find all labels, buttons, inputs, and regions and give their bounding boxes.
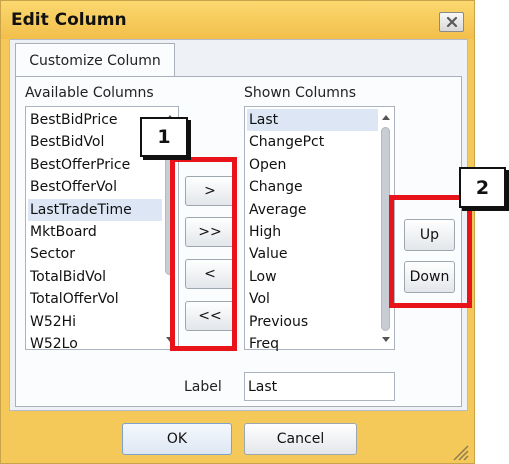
shown-columns-list-item[interactable]: High — [247, 221, 378, 243]
available-columns-list-item[interactable]: TotalBidVol — [28, 266, 162, 288]
available-columns-list-item[interactable]: W52Lo — [28, 333, 162, 355]
callout-2: 2 — [459, 167, 506, 208]
available-columns-list-item[interactable]: MktBoard — [28, 221, 162, 243]
transfer-buttons-highlight — [170, 157, 237, 351]
shown-columns-list-item[interactable]: Change — [247, 176, 378, 198]
shown-columns-list-item[interactable]: Previous — [247, 311, 378, 333]
shown-columns-list-item[interactable]: Vol — [247, 288, 378, 310]
shown-columns-list-item[interactable]: Low — [247, 266, 378, 288]
available-columns-list-item[interactable]: W52Hi — [28, 311, 162, 333]
available-columns-list-item[interactable]: Sector — [28, 243, 162, 265]
shown-columns-label: Shown Columns — [244, 85, 357, 101]
label-input[interactable] — [244, 372, 395, 401]
callout-1: 1 — [140, 117, 188, 157]
dialog-title: Edit Column — [11, 10, 127, 30]
ok-button[interactable]: OK — [122, 423, 232, 455]
shown-columns-list-item[interactable]: Freq — [247, 333, 378, 355]
shown-columns-list-item[interactable]: Average — [247, 199, 378, 221]
title-bar[interactable]: Edit Column — [1, 1, 474, 39]
available-columns-list-item[interactable]: BestOfferVol — [28, 176, 162, 198]
available-columns-list-item[interactable]: LastTradeTime — [28, 198, 162, 221]
tab-customize-column[interactable]: Customize Column — [15, 43, 175, 77]
close-icon — [446, 16, 457, 28]
available-columns-label: Available Columns — [25, 85, 154, 101]
shown-columns-list-item[interactable]: Value — [247, 243, 378, 265]
scroll-down-arrow-icon[interactable] — [382, 337, 390, 342]
resize-grip-icon[interactable] — [450, 442, 470, 462]
label-field-label: Label — [184, 379, 222, 395]
cancel-button[interactable]: Cancel — [244, 423, 357, 455]
order-buttons-highlight — [389, 195, 472, 308]
shown-columns-list-item[interactable]: ChangePct — [247, 131, 378, 153]
shown-columns-list-item[interactable]: Last — [247, 109, 378, 131]
shown-columns-list-item[interactable]: Open — [247, 154, 378, 176]
available-columns-list-item[interactable]: BestOfferPrice — [28, 154, 162, 176]
close-button[interactable] — [439, 12, 464, 32]
shown-columns-list[interactable]: Last ChangePct Open Change Average High Value L… — [244, 106, 395, 352]
scroll-up-arrow-icon[interactable] — [382, 115, 390, 120]
available-columns-list-item[interactable]: TotalOfferVol — [28, 288, 162, 310]
